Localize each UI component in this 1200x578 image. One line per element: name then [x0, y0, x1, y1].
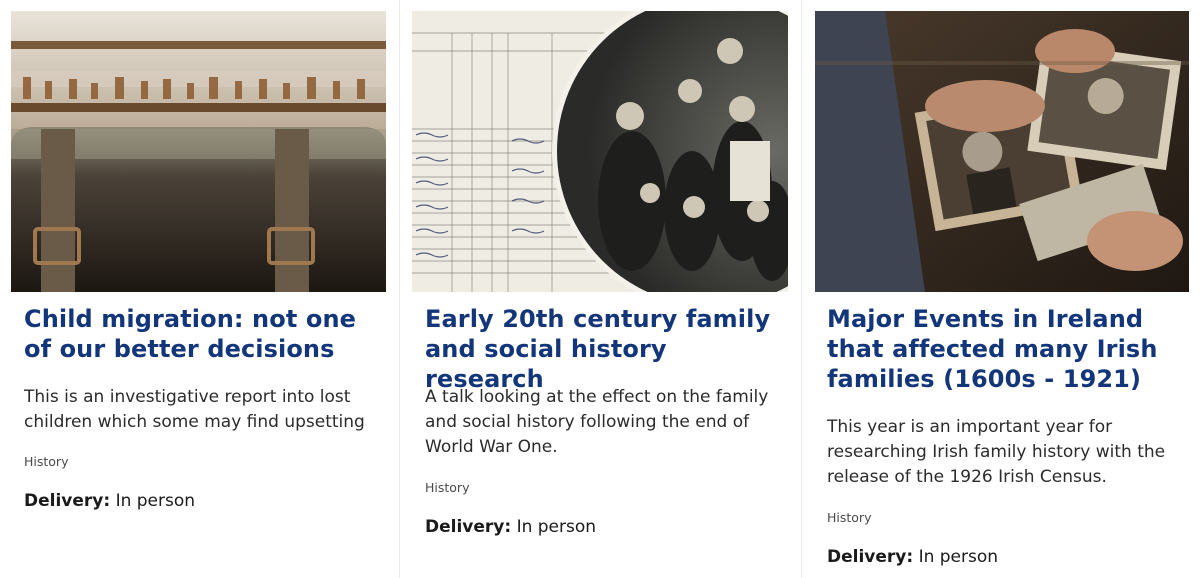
event-card-grid: Child migration: not one of our better d…: [0, 0, 1200, 578]
card-image-old-photographs[interactable]: [815, 11, 1189, 292]
delivery-label: Delivery:: [425, 517, 512, 537]
card-category: History: [425, 480, 470, 495]
card-title[interactable]: Early 20th century family and social his…: [425, 304, 785, 394]
card-title[interactable]: Child migration: not one of our better d…: [24, 304, 384, 364]
card-separator: [801, 0, 802, 578]
event-card-early-20th-century[interactable]: Early 20th century family and social his…: [401, 0, 799, 578]
card-image-census-photo[interactable]: [412, 11, 788, 292]
card-category: History: [827, 510, 872, 525]
event-card-major-events-ireland[interactable]: Major Events in Ireland that affected ma…: [803, 0, 1200, 578]
card-delivery: Delivery: In person: [425, 516, 596, 538]
card-delivery: Delivery: In person: [24, 490, 195, 512]
delivery-label: Delivery:: [24, 491, 111, 511]
card-category: History: [24, 454, 69, 469]
delivery-label: Delivery:: [827, 547, 914, 567]
delivery-value: In person: [918, 547, 999, 567]
delivery-value: In person: [516, 517, 597, 537]
card-description: This is an investigative report into los…: [24, 387, 365, 432]
delivery-value: In person: [115, 491, 196, 511]
card-description: This year is an important year for resea…: [827, 417, 1166, 487]
card-title[interactable]: Major Events in Ireland that affected ma…: [827, 304, 1187, 394]
card-separator: [399, 0, 400, 578]
card-description: A talk looking at the effect on the fami…: [425, 387, 769, 457]
card-delivery: Delivery: In person: [827, 546, 998, 568]
event-card-child-migration[interactable]: Child migration: not one of our better d…: [0, 0, 398, 578]
card-image-suitcase[interactable]: [11, 11, 386, 292]
